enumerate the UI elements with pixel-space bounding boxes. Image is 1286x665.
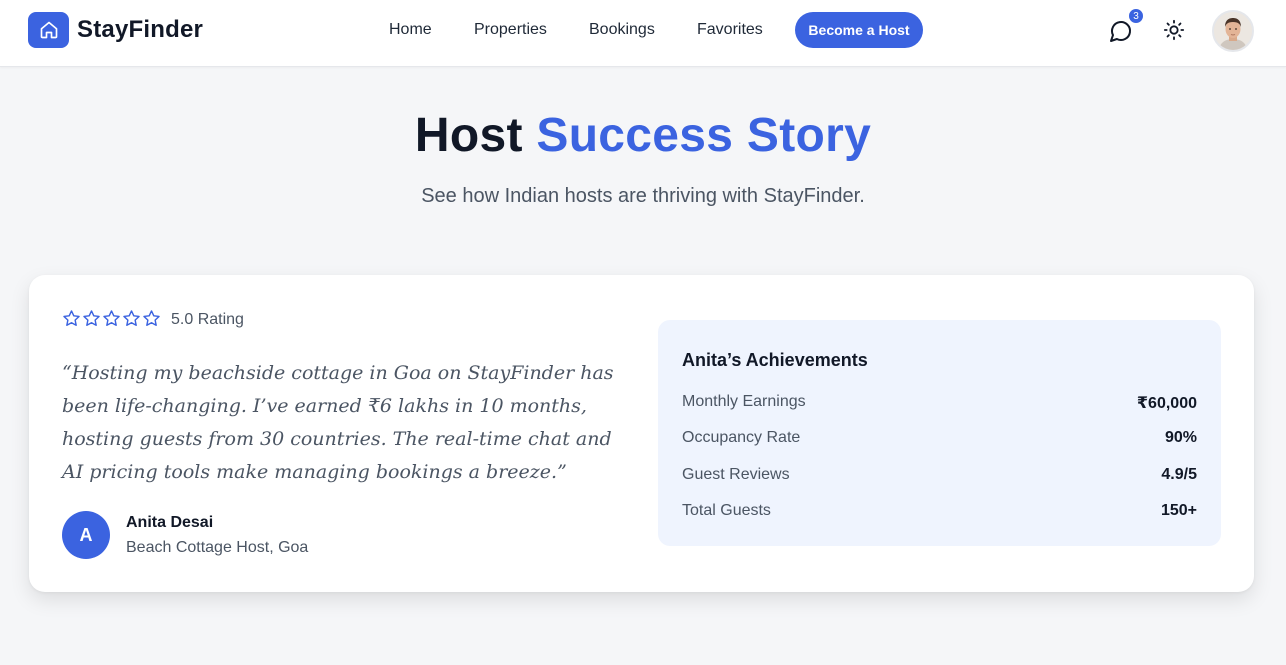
- chat-badge: 3: [1128, 8, 1144, 24]
- stat-label: Total Guests: [682, 502, 771, 519]
- page-title: Host Success Story: [0, 108, 1286, 163]
- page-subtitle: See how Indian hosts are thriving with S…: [421, 185, 865, 207]
- testimonial-quote: “Hosting my beachside cottage in Goa on …: [62, 362, 614, 483]
- stat-row-earnings: Monthly Earnings ₹60,000: [682, 393, 1197, 413]
- home-icon: [28, 12, 69, 48]
- brand-name: StayFinder: [77, 16, 204, 43]
- stat-value: 90%: [1164, 429, 1197, 446]
- stat-value: ₹60,000: [1136, 395, 1197, 412]
- nav-home[interactable]: Home: [389, 21, 432, 39]
- stat-label: Monthly Earnings: [682, 393, 806, 410]
- stat-row-guests: Total Guests 150+: [682, 502, 1197, 520]
- star-icon: [123, 310, 140, 327]
- nav-favorites[interactable]: Favorites: [697, 21, 763, 39]
- stat-row-reviews: Guest Reviews 4.9/5: [682, 466, 1197, 484]
- avatar[interactable]: [1212, 10, 1254, 52]
- star-icon: [103, 310, 120, 327]
- title-accent: Success Story: [536, 109, 872, 162]
- author-role: Beach Cottage Host, Goa: [126, 539, 309, 556]
- nav-bookings[interactable]: Bookings: [589, 21, 655, 39]
- chat-icon[interactable]: [1109, 19, 1133, 43]
- stat-row-occupancy: Occupancy Rate 90%: [682, 429, 1197, 447]
- author-name: Anita Desai: [126, 514, 214, 531]
- author-avatar: A: [62, 511, 110, 559]
- rating-label: 5.0 Rating: [171, 311, 244, 328]
- top-navbar: StayFinder Home Properties Bookings Favo…: [0, 0, 1286, 67]
- nav-properties[interactable]: Properties: [474, 21, 547, 39]
- brand-logo[interactable]: StayFinder: [28, 12, 203, 48]
- stat-value: 150+: [1160, 502, 1197, 519]
- stat-label: Occupancy Rate: [682, 429, 801, 446]
- become-host-button[interactable]: Become a Host: [795, 12, 923, 48]
- testimonial-card: 5.0 Rating “Hosting my beachside cottage…: [29, 275, 1254, 592]
- star-icon: [63, 310, 80, 327]
- stat-value: 4.9/5: [1161, 466, 1197, 483]
- sun-icon[interactable]: [1163, 19, 1185, 41]
- title-plain: Host: [414, 109, 537, 162]
- star-icon: [83, 310, 100, 327]
- achievements-panel: Anita’s Achievements Monthly Earnings ₹6…: [658, 320, 1221, 546]
- stat-label: Guest Reviews: [682, 466, 790, 483]
- star-rating: [62, 309, 162, 328]
- star-icon: [143, 310, 160, 327]
- achievements-title: Anita’s Achievements: [682, 350, 868, 370]
